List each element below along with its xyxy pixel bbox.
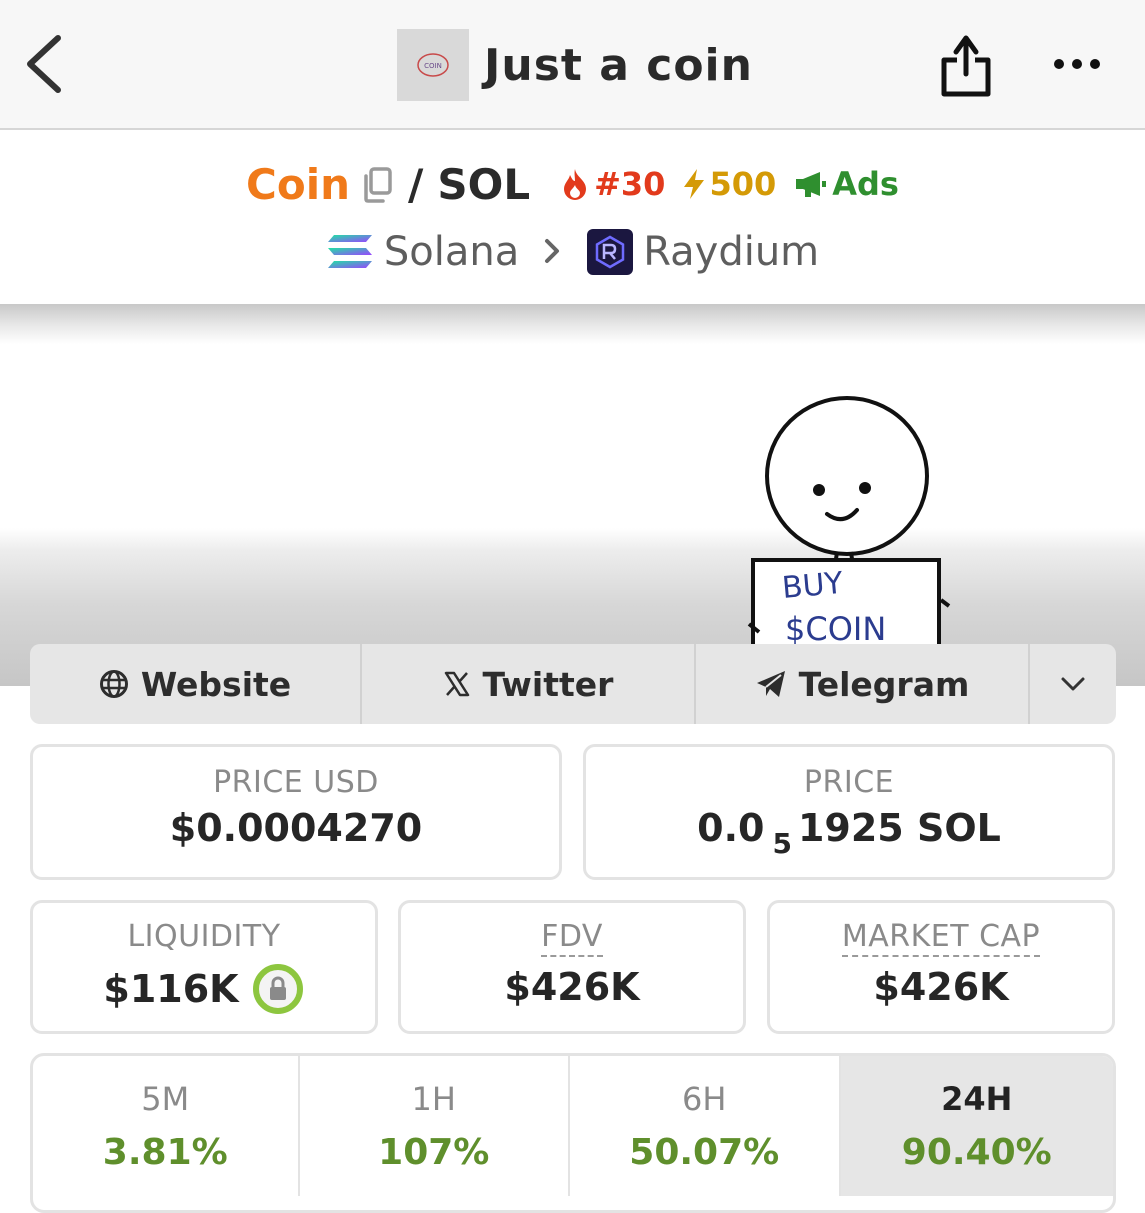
tab-label: 5M: [141, 1080, 190, 1118]
price-native-card: PRICE 0.0 5 1925 SOL: [583, 744, 1115, 880]
megaphone-icon: [796, 172, 827, 197]
liquidity-value: $116K: [103, 967, 239, 1011]
tab-change-value: 3.81%: [102, 1132, 228, 1173]
social-links-bar: Website Twitter Telegram: [30, 644, 1116, 724]
flame-icon: [564, 169, 587, 200]
more-icon: [1054, 59, 1100, 69]
price-native-value: 0.0 5 1925 SOL: [586, 806, 1112, 860]
tab-1h[interactable]: 1H 107%: [300, 1056, 571, 1196]
price-native-label: PRICE: [803, 765, 895, 800]
twitter-label: Twitter: [482, 664, 614, 704]
tab-24h[interactable]: 24H 90.40%: [840, 1056, 1113, 1196]
svg-text:$COIN: $COIN: [785, 610, 886, 648]
price-change-tabs: 5M 3.81% 1H 107% 6H 50.07% 24H 90.40%: [30, 1053, 1116, 1213]
chevron-down-icon: [1061, 677, 1085, 691]
chevron-left-icon: [27, 35, 61, 93]
share-icon: [941, 35, 991, 97]
tab-label: 1H: [411, 1080, 456, 1118]
price-suffix: 1925 SOL: [797, 806, 1001, 850]
globe-icon: [99, 670, 128, 698]
solana-icon: [327, 235, 372, 268]
ads-label: Ads: [832, 165, 899, 203]
dex-link[interactable]: Raydium: [587, 229, 819, 275]
pair-separator: /: [408, 159, 424, 209]
website-label: Website: [140, 664, 292, 704]
dex-name: Raydium: [643, 229, 820, 275]
liquidity-label: LIQUIDITY: [127, 919, 281, 954]
token-logo: COIN: [397, 29, 469, 101]
page-title: Just a coin: [484, 39, 753, 91]
token-banner: BUY $COIN: [0, 304, 1145, 686]
price-prefix: 0.0: [697, 806, 765, 850]
back-button[interactable]: [22, 32, 72, 96]
top-bar: COIN Just a coin: [0, 0, 1145, 130]
lock-icon[interactable]: [251, 962, 305, 1016]
trending-rank: #30: [594, 165, 666, 203]
base-symbol: Coin: [246, 159, 351, 209]
ads-badge[interactable]: Ads: [794, 165, 899, 203]
boost-badge[interactable]: 500: [681, 165, 776, 203]
pair-row: Coin / SOL #30 500 Ads: [0, 156, 1145, 212]
price-usd-label: PRICE USD: [213, 765, 379, 800]
fdv-card: FDV $426K: [398, 900, 746, 1034]
token-header: COIN Just a coin: [397, 29, 753, 101]
chevron-right-icon: [543, 229, 561, 275]
telegram-button[interactable]: Telegram: [696, 644, 1030, 724]
fdv-label[interactable]: FDV: [541, 919, 603, 957]
quote-symbol: SOL: [437, 159, 531, 209]
svg-text:BUY: BUY: [781, 566, 845, 606]
tab-change-value: 107%: [378, 1132, 490, 1173]
chain-link[interactable]: Solana: [326, 229, 519, 275]
trending-badge[interactable]: #30: [560, 165, 665, 203]
fdv-value: $426K: [504, 965, 640, 1009]
x-logo-icon: [444, 671, 469, 697]
lightning-icon: [684, 169, 705, 199]
tab-5m[interactable]: 5M 3.81%: [33, 1056, 300, 1196]
liquidity-card: LIQUIDITY $116K: [30, 900, 378, 1034]
stickman-illustration: BUY $COIN: [747, 396, 951, 648]
more-options-button[interactable]: [1048, 48, 1106, 80]
market-cap-value: $426K: [873, 965, 1009, 1009]
market-cap-card: MARKET CAP $426K: [767, 900, 1115, 1034]
telegram-label: Telegram: [798, 664, 970, 704]
price-zero-count: 5: [772, 827, 792, 860]
raydium-icon: [587, 229, 634, 275]
svg-text:COIN: COIN: [424, 62, 442, 70]
copy-address-button[interactable]: [360, 165, 394, 203]
market-cap-label[interactable]: MARKET CAP: [841, 919, 1041, 957]
paper-plane-icon: [756, 671, 785, 697]
tab-change-value: 90.40%: [901, 1132, 1052, 1173]
twitter-button[interactable]: Twitter: [362, 644, 696, 724]
copy-icon: [364, 167, 392, 203]
tab-change-value: 50.07%: [629, 1132, 780, 1173]
tab-6h[interactable]: 6H 50.07%: [570, 1056, 841, 1196]
chain-name: Solana: [383, 229, 520, 275]
website-button[interactable]: Website: [30, 644, 362, 724]
tab-label: 24H: [941, 1080, 1013, 1118]
boost-count: 500: [709, 165, 777, 203]
pair-info: Coin / SOL #30 500 Ads Solana Raydium: [0, 132, 1145, 304]
price-usd-value: $0.0004270: [169, 806, 423, 850]
share-button[interactable]: [938, 30, 994, 100]
price-usd-card: PRICE USD $0.0004270: [30, 744, 562, 880]
tab-label: 6H: [682, 1080, 727, 1118]
chain-row: Solana Raydium: [0, 224, 1145, 280]
more-links-toggle[interactable]: [1030, 644, 1116, 724]
